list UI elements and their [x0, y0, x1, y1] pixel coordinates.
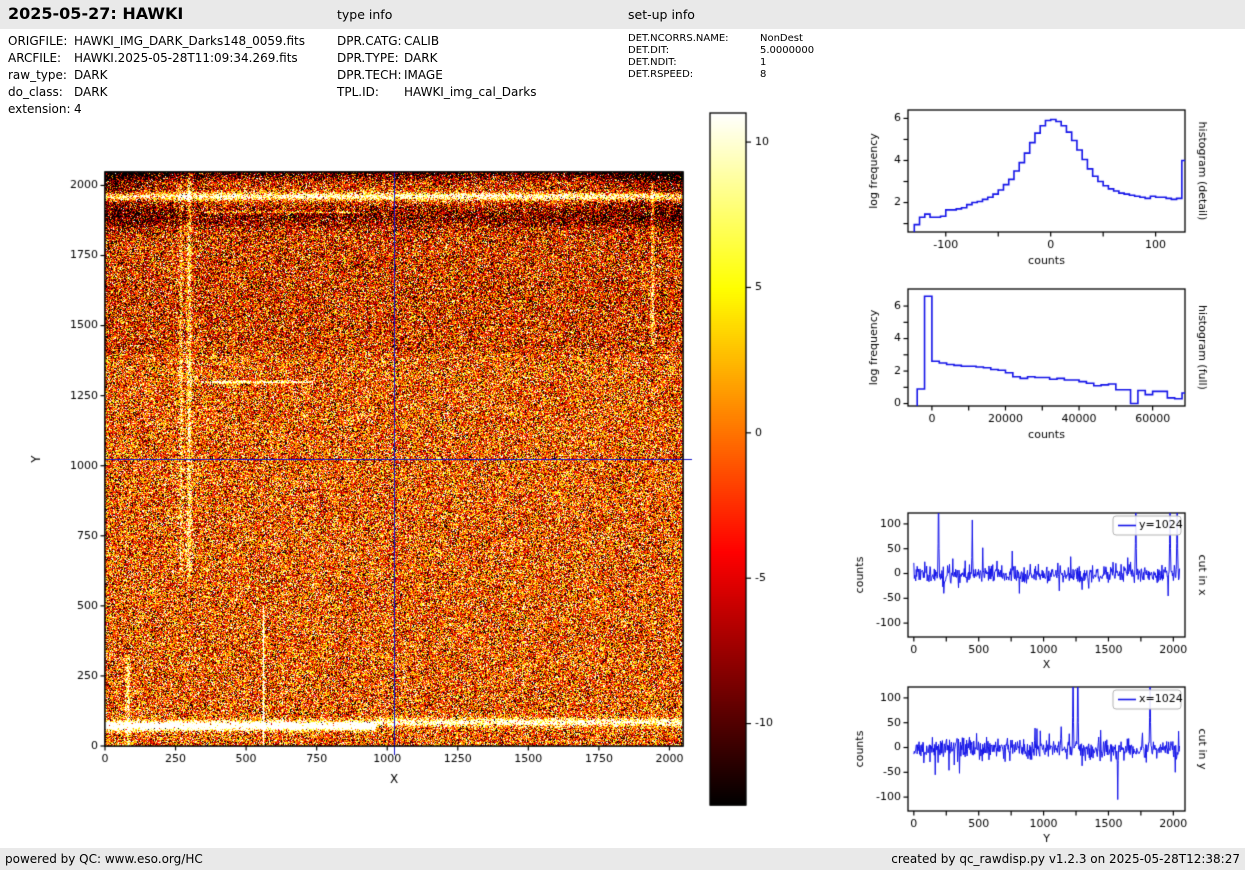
- field-value: 8: [760, 69, 767, 80]
- field-value: IMAGE: [404, 68, 443, 82]
- field-label: DPR.TYPE:: [337, 51, 399, 65]
- field-value: HAWKI.2025-05-28T11:09:34.269.fits: [74, 51, 298, 65]
- type-info-row: DPR.TYPE: DARK: [337, 51, 437, 65]
- histogram-full-plot: [850, 284, 1245, 468]
- field-value: 1: [760, 57, 767, 68]
- field-label: DET.DIT:: [628, 45, 670, 56]
- field-label: DET.NCORRS.NAME:: [628, 33, 729, 44]
- field-label: extension:: [8, 102, 71, 116]
- cut-in-x-plot: [850, 498, 1245, 676]
- field-label: DET.RSPEED:: [628, 69, 694, 80]
- field-value: DARK: [74, 68, 108, 82]
- file-info-row: extension: 4: [8, 102, 82, 116]
- setup-info-row: DET.DIT: 5.0000000: [628, 45, 814, 56]
- field-label: do_class:: [8, 85, 63, 99]
- setup-info-heading: set-up info: [628, 7, 695, 22]
- type-info-row: DPR.TECH: IMAGE: [337, 68, 443, 82]
- histogram-detail-plot: [850, 96, 1245, 282]
- setup-info-row: DET.NCORRS.NAME: NonDest: [628, 33, 803, 44]
- main-image-plot: [25, 140, 705, 810]
- type-info-row: DPR.CATG: CALIB: [337, 34, 439, 48]
- colorbar: [700, 105, 810, 820]
- field-label: raw_type:: [8, 68, 67, 82]
- footer-powered-by: powered by QC: www.eso.org/HC: [5, 852, 203, 866]
- header-bar: 2025-05-27: HAWKI type info set-up info: [0, 0, 1245, 29]
- field-value: 5.0000000: [760, 45, 815, 56]
- setup-info-row: DET.RSPEED: 8: [628, 69, 766, 80]
- field-value: 4: [74, 102, 82, 116]
- field-label: DPR.CATG:: [337, 34, 402, 48]
- type-info-heading: type info: [337, 7, 393, 22]
- field-label: TPL.ID:: [337, 85, 379, 99]
- cut-in-y-plot: [850, 673, 1245, 848]
- setup-info-row: DET.NDIT: 1: [628, 57, 766, 68]
- file-info-row: ARCFILE: HAWKI.2025-05-28T11:09:34.269.fi…: [8, 51, 298, 65]
- field-label: ORIGFILE:: [8, 34, 68, 48]
- field-value: DARK: [404, 51, 438, 65]
- file-info-row: do_class: DARK: [8, 85, 107, 99]
- field-value: HAWKI_img_cal_Darks: [404, 85, 537, 99]
- field-value: CALIB: [404, 34, 440, 48]
- field-value: HAWKI_IMG_DARK_Darks148_0059.fits: [74, 34, 305, 48]
- file-info-row: ORIGFILE: HAWKI_IMG_DARK_Darks148_0059.fi…: [8, 34, 305, 48]
- file-info-row: raw_type: DARK: [8, 68, 107, 82]
- field-label: DPR.TECH:: [337, 68, 402, 82]
- field-value: NonDest: [760, 33, 803, 44]
- field-label: DET.NDIT:: [628, 57, 677, 68]
- footer-created-by: created by qc_rawdisp.py v1.2.3 on 2025-…: [891, 852, 1240, 866]
- field-label: ARCFILE:: [8, 51, 62, 65]
- type-info-row: TPL.ID: HAWKI_img_cal_Darks: [337, 85, 537, 99]
- field-value: DARK: [74, 85, 108, 99]
- page-title: 2025-05-27: HAWKI: [8, 4, 184, 23]
